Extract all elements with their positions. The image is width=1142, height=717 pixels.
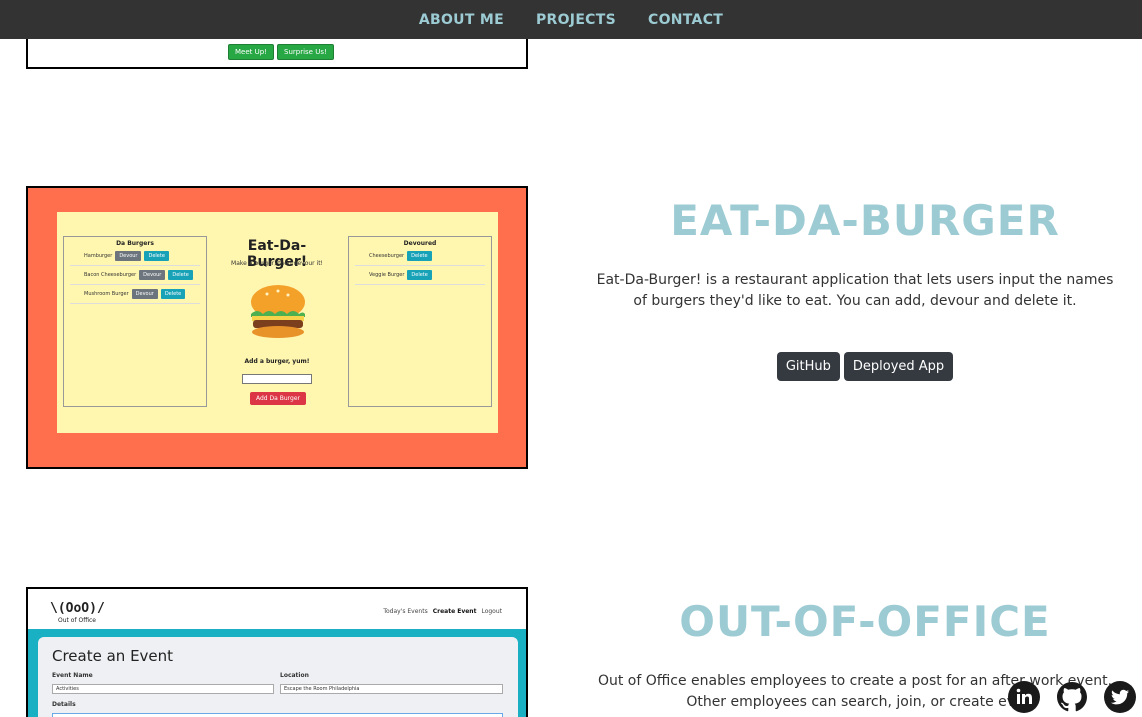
burger-app-screen: Da Burgers Hamburger Devour Delete Bacon… (57, 212, 498, 433)
nav-projects-link[interactable]: PROJECTS (536, 12, 616, 28)
burger-deployed-button[interactable]: Deployed App (843, 352, 954, 381)
delete-tag: Delete (144, 251, 169, 261)
burger-name: Hamburger (84, 253, 113, 259)
office-nav-create: Create Event (432, 608, 477, 615)
burger-icon (251, 285, 305, 338)
office-app-nav: Today's Events Create Event Logout (383, 608, 502, 615)
details-label: Details (52, 701, 76, 708)
list-item: Cheeseburger Delete (355, 247, 485, 266)
event-name-input: Activities (52, 684, 274, 694)
burger-github-button[interactable]: GitHub (776, 352, 840, 381)
burger-name: Bacon Cheeseburger (84, 272, 137, 278)
office-project-description: Out of Office enables employees to creat… (597, 673, 1113, 710)
delete-tag: Delete (407, 251, 432, 261)
thumb-surprise-button: Surprise Us! (277, 44, 334, 60)
list-item: Veggie Burger Delete (355, 266, 485, 285)
linkedin-icon[interactable] (1008, 681, 1040, 713)
right-list-heading: Devoured (403, 240, 437, 247)
portfolio-page: ABOUT ME PROJECTS CONTACT Meet Up! Surpr… (0, 0, 1142, 717)
list-item: Hamburger Devour Delete (70, 247, 200, 266)
office-create-heading: Create an Event (52, 647, 174, 665)
thumb-meetup-button: Meet Up! (228, 44, 274, 60)
location-label: Location (280, 672, 309, 679)
thumb-buttons: Meet Up! Surprise Us! (228, 44, 334, 60)
project-thumbnail-office: \(OoO)/ Out of Office Today's Events Cre… (26, 587, 528, 717)
delete-tag: Delete (168, 270, 193, 280)
devour-tag: Devour (115, 251, 142, 261)
burger-name: Cheeseburger (369, 253, 405, 259)
burger-list-right: Devoured Cheeseburger Delete Veggie Burg… (348, 236, 492, 407)
burger-app-subtitle: Make a burger, then devour it! (231, 260, 323, 267)
list-item: Bacon Cheeseburger Devour Delete (70, 266, 200, 285)
office-create-card: Create an Event Event Name Activities Lo… (38, 637, 518, 717)
office-logo: \(OoO)/ (50, 601, 105, 616)
add-burger-input (242, 374, 312, 384)
office-nav-logout: Logout (481, 608, 502, 615)
github-icon[interactable] (1056, 681, 1088, 713)
location-input: Escape the Room Philadelphia (280, 684, 503, 694)
delete-tag: Delete (407, 270, 432, 280)
add-burger-label: Add a burger, yum! (244, 358, 310, 365)
nav-contact-link[interactable]: CONTACT (648, 12, 723, 28)
event-name-label: Event Name (52, 672, 93, 679)
top-navbar: ABOUT ME PROJECTS CONTACT (0, 0, 1142, 39)
nav-about-link[interactable]: ABOUT ME (419, 12, 504, 28)
burger-project-description: Eat-Da-Burger! is a restaurant applicati… (596, 272, 1114, 309)
office-nav-today: Today's Events (383, 608, 428, 615)
burger-name: Veggie Burger (369, 272, 405, 278)
left-list-heading: Da Burgers (116, 240, 154, 247)
burger-name: Mushroom Burger (84, 291, 129, 297)
office-logo-sub: Out of Office (58, 617, 96, 624)
details-input (52, 713, 503, 717)
office-app-header: \(OoO)/ Out of Office Today's Events Cre… (28, 589, 526, 629)
devour-tag: Devour (131, 289, 158, 299)
burger-project-buttons: GitHub Deployed App (586, 352, 1142, 381)
burger-list-left: Da Burgers Hamburger Devour Delete Bacon… (63, 236, 207, 407)
delete-tag: Delete (160, 289, 186, 299)
devour-tag: Devour (139, 270, 166, 280)
twitter-icon[interactable] (1104, 681, 1136, 713)
add-burger-button: Add Da Burger (250, 392, 306, 405)
list-item: Mushroom Burger Devour Delete (70, 285, 200, 304)
office-project-title: OUT-OF-OFFICE (679, 597, 1051, 646)
burger-project-title: EAT-DA-BURGER (670, 196, 1060, 245)
project-thumbnail-burger: Da Burgers Hamburger Devour Delete Bacon… (26, 186, 528, 469)
